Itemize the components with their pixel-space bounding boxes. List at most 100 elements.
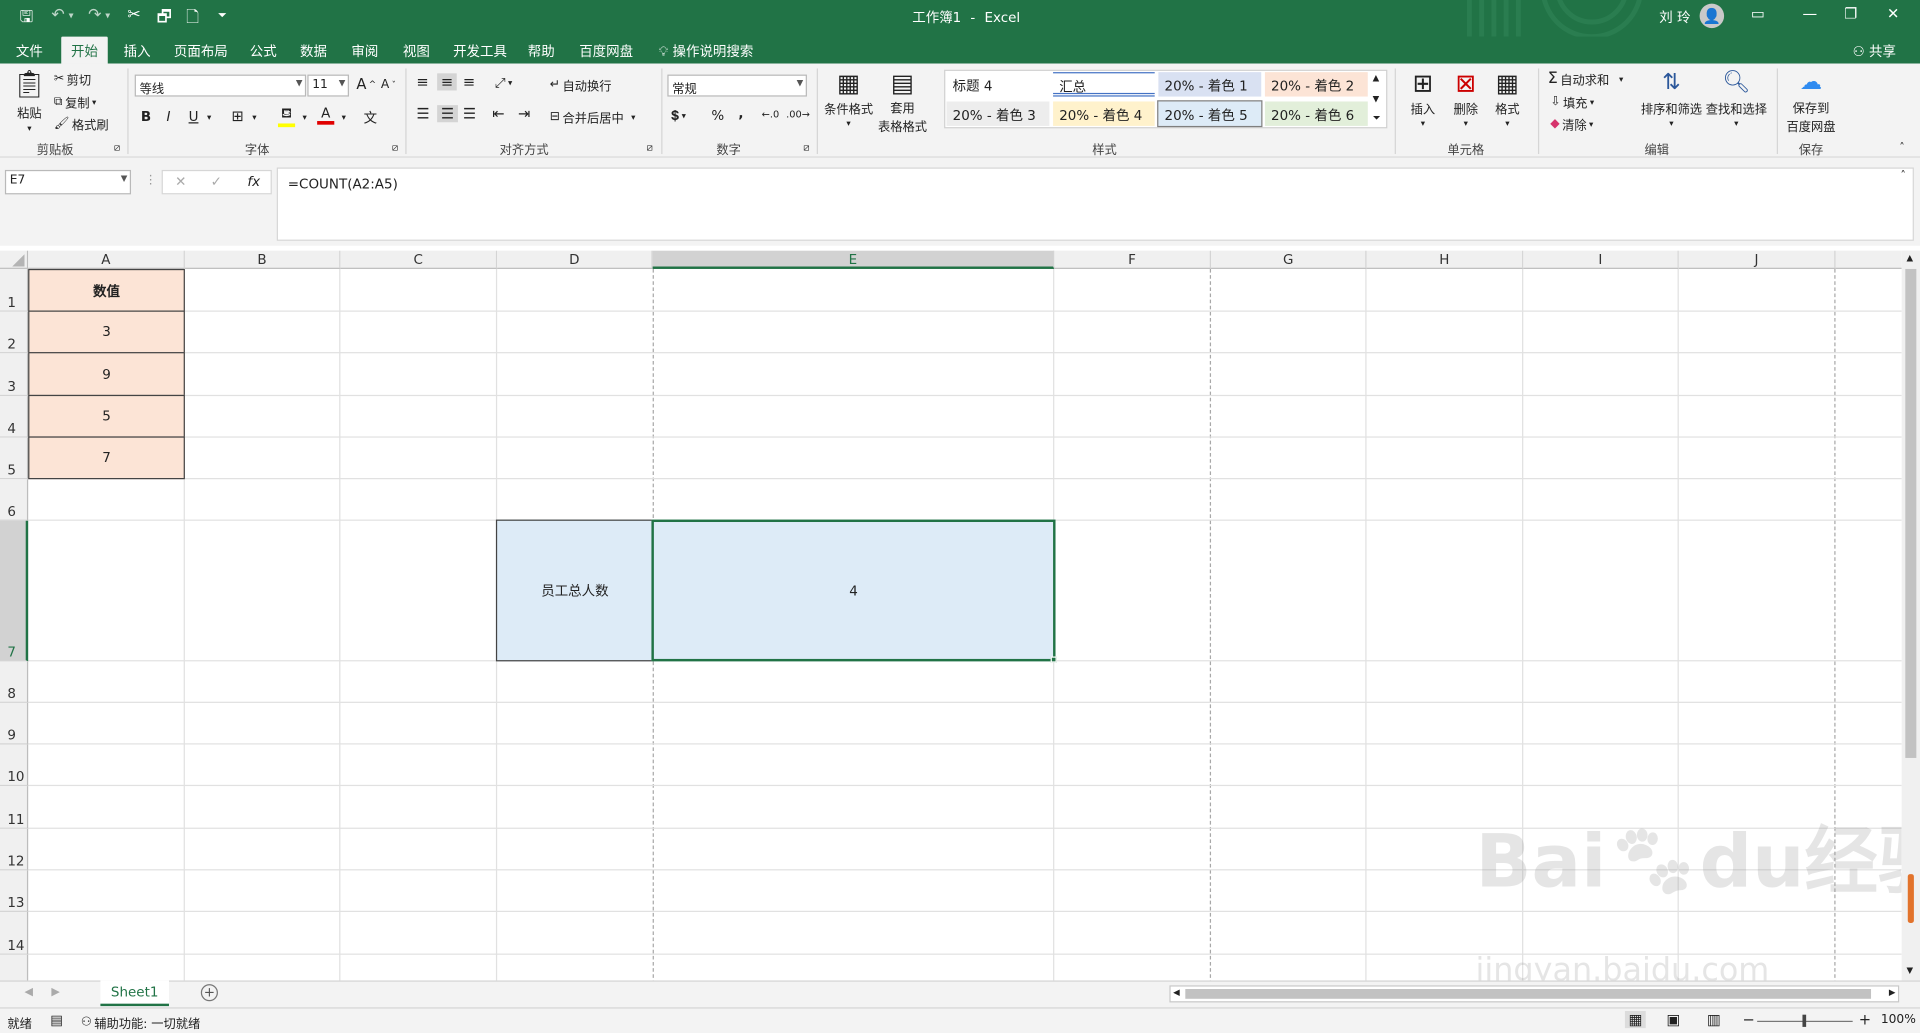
font-color-dropdown-icon[interactable]: ▾ (342, 112, 346, 122)
conditional-formatting-button[interactable]: ▦ 条件格式 ▾ (824, 68, 873, 128)
row-header-5[interactable]: 5 (0, 437, 29, 480)
next-sheet-icon[interactable]: ▶ (51, 987, 59, 999)
style-accent-4[interactable]: 20% - 着色 4 (1053, 101, 1155, 126)
insert-function-button[interactable]: fx (247, 174, 260, 190)
number-launcher-icon[interactable]: ⧄ (803, 142, 809, 154)
page-layout-view-icon[interactable]: ▣ (1667, 1011, 1681, 1028)
restore-icon[interactable]: ❐ (1844, 5, 1857, 22)
save-to-baidu-button[interactable]: ☁ 保存到 百度网盘 (1787, 68, 1836, 135)
fill-handle[interactable] (1050, 656, 1057, 663)
more-options-icon[interactable]: ⋮ (144, 174, 156, 187)
accessibility-status[interactable]: ⚇ 辅助功能: 一切就绪 (81, 1013, 200, 1032)
collapse-ribbon-icon[interactable]: ˄ (1899, 142, 1905, 154)
scroll-down-icon[interactable]: ▼ (1907, 966, 1914, 976)
style-accent-1[interactable]: 20% - 着色 1 (1158, 72, 1262, 97)
save-as-icon[interactable]: 🗗 (157, 6, 172, 33)
decrease-decimal-icon[interactable]: .00→ (786, 109, 810, 120)
name-box[interactable]: E7 ▼ (4, 169, 132, 195)
cell-a1[interactable]: 数值 (28, 268, 185, 312)
style-total[interactable]: 汇总 (1053, 72, 1155, 97)
vertical-scrollbar[interactable]: ▲ ▼ (1901, 250, 1920, 981)
borders-icon[interactable]: ⊞ (231, 108, 243, 125)
row-header-11[interactable]: 11 (0, 786, 29, 829)
increase-decimal-icon[interactable]: ←.0 (762, 109, 780, 120)
fill-color-button[interactable]: ⛾ (277, 105, 296, 128)
phonetic-icon[interactable]: 文 (364, 108, 377, 128)
new-file-icon[interactable]: 🗋 (186, 6, 199, 33)
row-header-12[interactable]: 12 (0, 828, 29, 871)
undo-dropdown-icon[interactable]: ▾ (69, 10, 74, 21)
clear-button[interactable]: ◆ 清除 ▾ (1550, 115, 1593, 133)
minimize-icon[interactable]: — (1802, 5, 1817, 22)
accounting-format-icon[interactable]: 💲︎ ▾ (671, 108, 686, 125)
tell-me-search[interactable]: 💡︎ 操作说明搜索 (649, 37, 763, 64)
orientation-icon[interactable]: ⤢ ▾ (495, 75, 513, 92)
customize-qat-icon[interactable]: ⏷ (218, 10, 227, 22)
user-name[interactable]: 刘 玲 (1659, 7, 1690, 27)
enter-icon[interactable]: ✓ (211, 174, 222, 190)
tab-formulas[interactable]: 公式 (240, 37, 287, 64)
style-heading-4[interactable]: 标题 4 (946, 72, 1050, 97)
paste-button[interactable]: 📋︎ 粘贴 ▾ (12, 70, 46, 133)
style-accent-2[interactable]: 20% - 着色 2 (1264, 72, 1368, 97)
number-format-select[interactable]: 常规 ▼ (667, 74, 807, 97)
column-header-i[interactable]: I (1523, 250, 1679, 269)
row-header-7[interactable]: 7 (0, 520, 29, 662)
font-color-button[interactable]: A (317, 105, 335, 125)
tab-home[interactable]: 开始 (61, 36, 108, 64)
normal-view-icon[interactable]: ▦ (1624, 1011, 1647, 1029)
zoom-out-button[interactable]: − (1742, 1011, 1754, 1028)
sheet-tab-sheet1[interactable]: Sheet1 (100, 980, 169, 1007)
column-header-b[interactable]: B (184, 250, 341, 269)
bold-button[interactable]: B (141, 109, 151, 125)
row-header-3[interactable]: 3 (0, 353, 29, 397)
cut-button[interactable]: ✂ 剪切 (54, 70, 91, 88)
save-icon[interactable]: 🖫 (20, 6, 34, 33)
gallery-down-icon[interactable]: ▼ (1373, 94, 1380, 104)
align-top-icon[interactable]: ≡ (416, 73, 428, 90)
row-header-9[interactable]: 9 (0, 702, 29, 745)
sort-filter-button[interactable]: ⇅ 排序和筛选 ▾ (1641, 68, 1702, 129)
row-header-14[interactable]: 14 (0, 911, 29, 955)
tab-view[interactable]: 视图 (393, 37, 440, 64)
cell-a4[interactable]: 5 (28, 394, 185, 438)
format-as-table-button[interactable]: ▤ 套用 表格格式 (878, 68, 927, 134)
fill-dropdown-icon[interactable]: ▾ (302, 112, 306, 122)
tab-baidu-netdisk[interactable]: 百度网盘 (569, 37, 642, 64)
align-bottom-icon[interactable]: ≡ (463, 73, 475, 90)
worksheet-grid[interactable]: A B C D E F G H I J 1 2 3 4 5 6 7 8 9 10… (0, 250, 1902, 981)
tab-insert[interactable]: 插入 (114, 37, 161, 64)
add-sheet-button[interactable]: + (200, 984, 218, 1002)
style-accent-3[interactable]: 20% - 着色 3 (946, 101, 1050, 126)
grow-font-button[interactable]: A ^ (356, 76, 376, 93)
tab-page-layout[interactable]: 页面布局 (164, 37, 237, 64)
horizontal-scrollbar[interactable]: ◀ ▶ (1169, 985, 1900, 1003)
gallery-up-icon[interactable]: ▲ (1373, 73, 1380, 83)
tab-help[interactable]: 帮助 (518, 37, 565, 64)
zoom-in-button[interactable]: + (1859, 1011, 1871, 1028)
collapse-formula-bar-icon[interactable]: ˄ (1900, 170, 1906, 182)
italic-button[interactable]: I (167, 109, 171, 125)
align-left-icon[interactable]: ☰ (416, 105, 429, 122)
column-header-k-partial[interactable] (1835, 250, 1902, 269)
tab-review[interactable]: 审阅 (342, 37, 389, 64)
column-header-g[interactable]: G (1211, 250, 1367, 269)
percent-button[interactable]: % (711, 108, 724, 124)
format-cells-button[interactable]: ▦ 格式 ▾ (1495, 68, 1519, 128)
gallery-more-icon[interactable]: ⏷ (1373, 112, 1381, 124)
delete-cells-button[interactable]: ⊠ 删除 ▾ (1453, 68, 1477, 128)
tab-file[interactable]: 文件 (6, 37, 53, 64)
tab-data[interactable]: 数据 (290, 37, 337, 64)
borders-dropdown-icon[interactable]: ▾ (252, 112, 256, 122)
share-button[interactable]: ⚇ 共享 (1843, 37, 1906, 64)
cell-d7[interactable]: 员工总人数 (495, 519, 654, 662)
column-header-h[interactable]: H (1366, 250, 1524, 269)
align-right-icon[interactable]: ☰ (463, 105, 476, 122)
alignment-launcher-icon[interactable]: ⧄ (647, 142, 653, 154)
prev-sheet-icon[interactable]: ◀ (24, 987, 32, 999)
select-all-button[interactable] (0, 250, 29, 269)
align-middle-icon[interactable]: ≡ (437, 73, 457, 91)
font-launcher-icon[interactable]: ⧄ (392, 142, 398, 154)
cell-a5[interactable]: 7 (28, 436, 185, 480)
tab-developer[interactable]: 开发工具 (443, 37, 516, 64)
